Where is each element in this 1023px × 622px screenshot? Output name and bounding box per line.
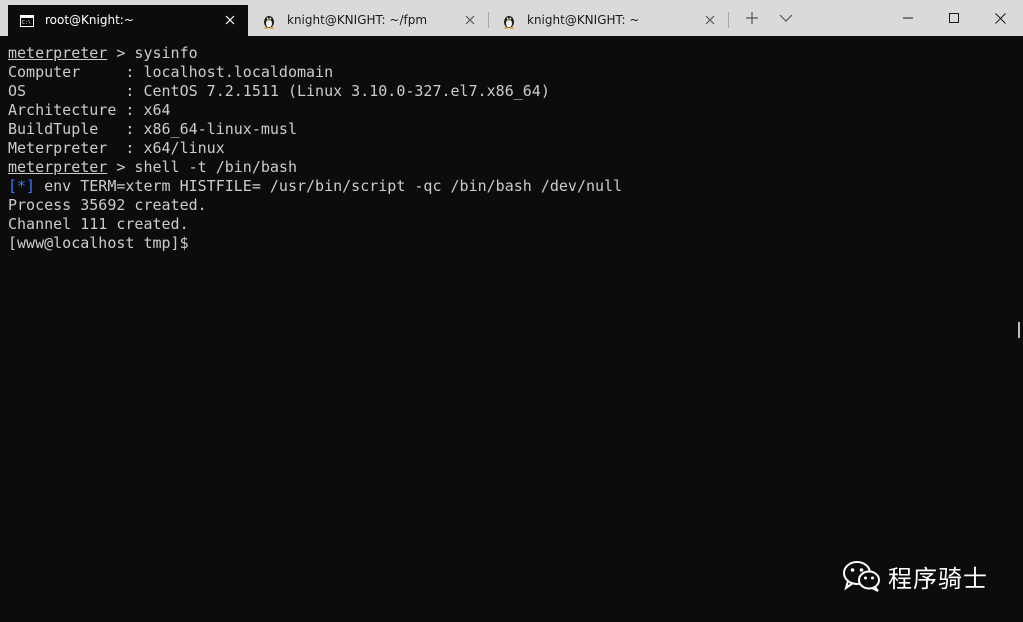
terminal-line: Channel 111 created. [8, 215, 189, 233]
tab-title: knight@KNIGHT: ~/fpm [287, 13, 428, 27]
terminal-line: meterpreter > sysinfo [8, 44, 198, 63]
svg-text:C:\: C:\ [22, 20, 31, 26]
terminal-output[interactable]: meterpreter > sysinfo Computer : localho… [0, 36, 1023, 622]
tab-knight-home[interactable]: knight@KNIGHT: ~ [490, 5, 726, 36]
maximize-button[interactable] [931, 0, 977, 36]
scrollbar-thumb[interactable] [1018, 322, 1020, 338]
close-icon [465, 15, 475, 25]
watermark-text: 程序骑士 [888, 564, 988, 593]
terminal-line: Process 35692 created. [8, 196, 207, 214]
command-text: > sysinfo [107, 44, 198, 62]
terminal-line: meterpreter > shell -t /bin/bash [8, 158, 297, 177]
linux-penguin-icon [261, 13, 277, 29]
watermark: 程序骑士 [842, 559, 988, 593]
command-text: > shell -t /bin/bash [107, 158, 297, 176]
close-icon [225, 15, 235, 25]
terminal-line: Computer : localhost.localdomain [8, 63, 334, 81]
tab-separator [728, 12, 729, 28]
tab-close-button[interactable] [220, 10, 240, 30]
tab-separator [488, 12, 489, 28]
tab-dropdown-button[interactable] [770, 0, 802, 36]
title-bar: C:\ root@Knight:~ knight@KNIGHT: ~/fpm k… [0, 0, 1023, 36]
tab-root-knight[interactable]: C:\ root@Knight:~ [8, 5, 248, 36]
tab-close-button[interactable] [460, 10, 480, 30]
command-text: env TERM=xterm HISTFILE= /usr/bin/script… [35, 177, 623, 195]
maximize-icon [949, 13, 959, 23]
tab-knight-fpm[interactable]: knight@KNIGHT: ~/fpm [250, 5, 486, 36]
terminal-line: Architecture : x64 [8, 101, 171, 119]
new-tab-button[interactable] [736, 0, 768, 36]
tab-title: root@Knight:~ [45, 13, 134, 27]
linux-penguin-icon [501, 13, 517, 29]
close-icon [705, 15, 715, 25]
terminal-line: OS : CentOS 7.2.1511 (Linux 3.10.0-327.e… [8, 82, 550, 100]
close-icon [994, 12, 1006, 24]
tab-close-button[interactable] [700, 10, 720, 30]
terminal-line: Meterpreter : x64/linux [8, 139, 225, 157]
chevron-down-icon [779, 14, 793, 22]
terminal-line: [*] env TERM=xterm HISTFILE= /usr/bin/sc… [8, 177, 622, 196]
wechat-icon [843, 561, 880, 592]
meterpreter-prompt: meterpreter [8, 44, 108, 62]
terminal-line: BuildTuple : x86_64-linux-musl [8, 120, 297, 138]
meterpreter-prompt: meterpreter [8, 158, 108, 176]
close-window-button[interactable] [977, 0, 1023, 36]
cmd-icon: C:\ [19, 13, 35, 29]
shell-prompt: [www@localhost tmp]$ [8, 234, 189, 252]
plus-icon [746, 12, 758, 24]
minimize-icon [903, 17, 913, 19]
tab-title: knight@KNIGHT: ~ [527, 13, 640, 27]
info-marker: [*] [8, 177, 36, 195]
minimize-button[interactable] [885, 0, 931, 36]
